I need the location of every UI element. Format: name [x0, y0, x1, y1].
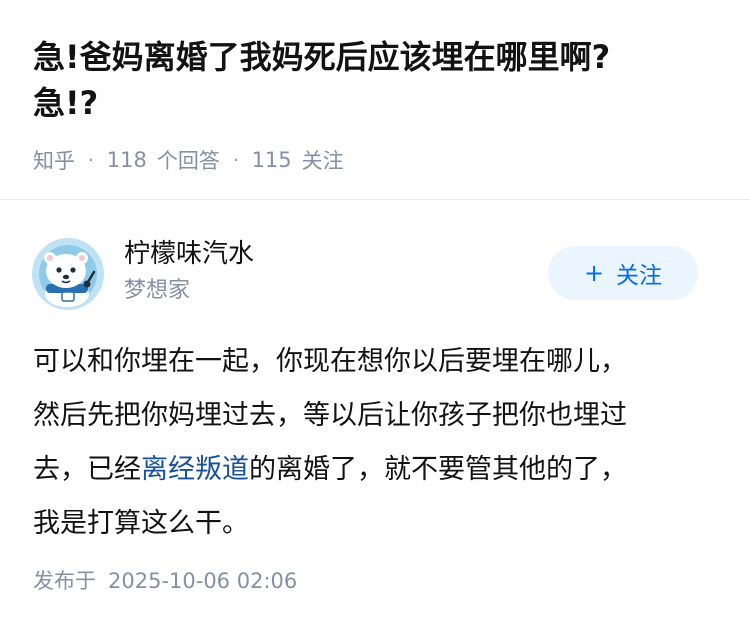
answer-line-3-end: 的离婚了，就不要管其他的了， — [249, 454, 627, 485]
question-header: 急!爸妈离婚了我妈死后应该埋在哪里啊? 急!? 知乎 · 118 个回答 · 1… — [0, 0, 750, 200]
publish-time: 发布于 2025-10-06 02:06 — [33, 565, 297, 597]
publish-date: 2025-10-06 02:06 — [108, 569, 298, 593]
answer-line-4: 我是打算这么干。 — [33, 508, 249, 539]
answer-content: 可以和你埋在一起，你现在想你以后要埋在哪儿， 然后先把你妈埋过去，等以后让你孩子… — [33, 335, 723, 551]
answer-line-3: 去，已经离经叛道的离婚了，就不要管其他的了， — [33, 443, 723, 497]
publish-label: 发布于 — [33, 569, 96, 593]
question-title[interactable]: 急!爸妈离婚了我妈死后应该埋在哪里啊? 急!? — [33, 34, 723, 126]
author-info: 柠檬味汽水 梦想家 + 关注 — [0, 230, 750, 320]
answer-count: 118 — [106, 148, 147, 172]
question-title-line-2: 急!? — [33, 84, 99, 122]
keyword-link[interactable]: 离经叛道 — [141, 454, 249, 485]
answer-line-3-start: 去，已经 — [33, 454, 141, 485]
meta-separator: · — [232, 149, 239, 171]
meta-separator: · — [88, 149, 94, 171]
answer-line-1: 可以和你埋在一起，你现在想你以后要埋在哪儿， — [33, 346, 627, 377]
answer-count-label: 个回答 — [156, 149, 220, 173]
follow-button[interactable]: + 关注 — [548, 246, 698, 300]
question-meta: 知乎 · 118 个回答 · 115 关注 — [33, 145, 344, 175]
section-divider — [0, 199, 750, 200]
author-headline: 梦想家 — [124, 278, 191, 303]
follower-count: 115 — [251, 148, 292, 172]
answer-line-2: 然后先把你妈埋过去，等以后让你孩子把你也埋过 — [33, 400, 627, 431]
polar-bear-avatar-icon — [32, 238, 104, 310]
question-title-line-1: 急!爸妈离婚了我妈死后应该埋在哪里啊? — [33, 38, 611, 76]
follower-count-label: 关注 — [301, 149, 344, 173]
plus-icon: + — [583, 259, 605, 287]
follow-button-label: 关注 — [616, 263, 663, 289]
avatar[interactable] — [32, 238, 104, 310]
source-label: 知乎 — [33, 149, 75, 173]
author-name[interactable]: 柠檬味汽水 — [124, 236, 254, 272]
